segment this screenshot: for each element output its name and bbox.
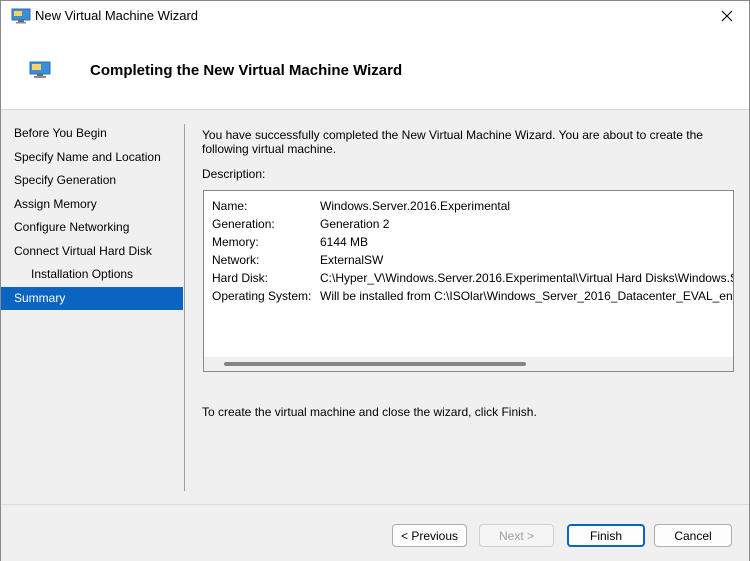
- nav-item-connect-virtual-hard-disk[interactable]: Connect Virtual Hard Disk: [1, 240, 183, 264]
- detail-key: Generation:: [212, 217, 275, 231]
- detail-key: Hard Disk:: [212, 271, 269, 285]
- nav-item-specify-name-location[interactable]: Specify Name and Location: [1, 146, 183, 170]
- intro-text: You have successfully completed the New …: [202, 128, 703, 156]
- page-title: Completing the New Virtual Machine Wizar…: [90, 62, 403, 79]
- detail-key: Name:: [212, 199, 248, 213]
- detail-value: Generation 2: [320, 217, 390, 231]
- next-button[interactable]: Next >: [479, 524, 554, 547]
- wizard-body: Before You Begin Specify Name and Locati…: [1, 110, 749, 504]
- previous-button[interactable]: < Previous: [392, 524, 467, 547]
- wizard-footer: < Previous Next > Finish Cancel: [1, 504, 749, 561]
- description-box[interactable]: Name: Windows.Server.2016.Experimental G…: [203, 190, 734, 372]
- window-title: New Virtual Machine Wizard: [35, 8, 199, 23]
- nav-item-assign-memory[interactable]: Assign Memory: [1, 193, 183, 217]
- virtual-machine-icon: [29, 61, 51, 78]
- monitor-icon: [11, 8, 31, 24]
- nav-item-before-you-begin[interactable]: Before You Begin: [1, 122, 183, 146]
- detail-value: ExternalSW: [320, 253, 384, 267]
- detail-key: Network:: [212, 253, 260, 267]
- detail-value: 6144 MB: [320, 235, 369, 249]
- title-bar[interactable]: New Virtual Machine Wizard: [1, 1, 749, 31]
- nav-item-installation-options[interactable]: Installation Options: [1, 263, 183, 287]
- scrollbar-thumb[interactable]: [224, 362, 526, 366]
- wizard-header: Completing the New Virtual Machine Wizar…: [1, 31, 749, 110]
- nav-divider: [184, 124, 185, 491]
- finish-instruction: To create the virtual machine and close …: [202, 405, 537, 419]
- cancel-button[interactable]: Cancel: [654, 524, 732, 547]
- nav-item-specify-generation[interactable]: Specify Generation: [1, 169, 183, 193]
- close-button[interactable]: [705, 1, 749, 31]
- finish-button[interactable]: Finish: [567, 524, 645, 547]
- nav-item-configure-networking[interactable]: Configure Networking: [1, 216, 183, 240]
- detail-value: Will be installed from C:\ISOlar\Windows…: [320, 289, 734, 303]
- description-label: Description:: [202, 167, 266, 181]
- detail-key: Operating System:: [212, 289, 312, 303]
- wizard-window: New Virtual Machine Wizard Completing th…: [0, 0, 750, 561]
- nav-item-summary[interactable]: Summary: [1, 286, 183, 310]
- horizontal-scrollbar[interactable]: [204, 357, 733, 371]
- wizard-steps-nav: Before You Begin Specify Name and Locati…: [1, 122, 183, 310]
- close-icon: [721, 10, 733, 22]
- detail-value: C:\Hyper_V\Windows.Server.2016.Experimen…: [320, 271, 734, 285]
- summary-content: You have successfully completed the New …: [202, 128, 734, 419]
- detail-key: Memory:: [212, 235, 259, 249]
- detail-value: Windows.Server.2016.Experimental: [320, 199, 511, 213]
